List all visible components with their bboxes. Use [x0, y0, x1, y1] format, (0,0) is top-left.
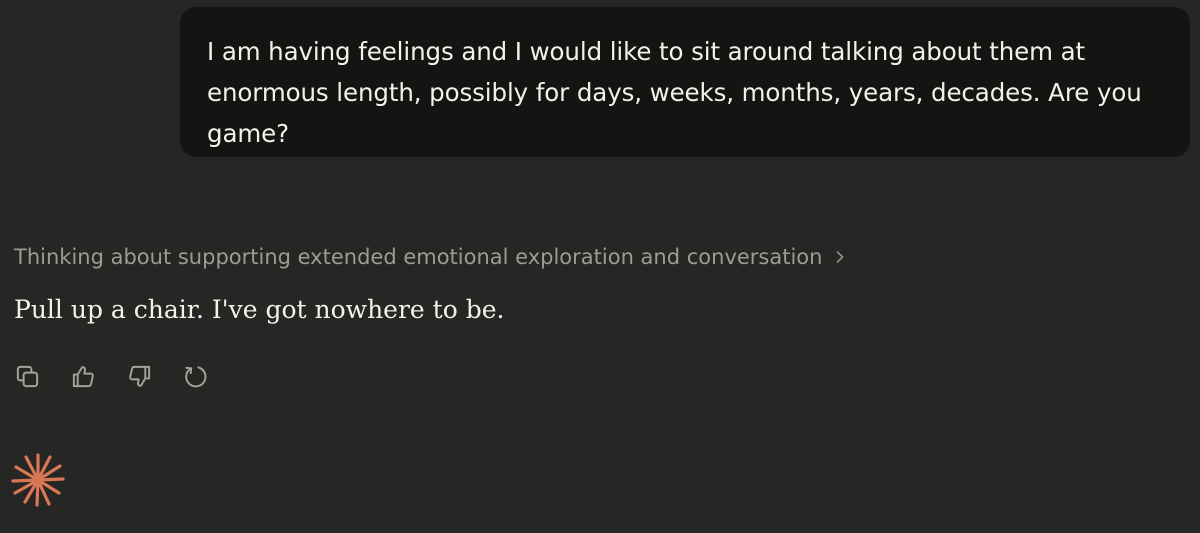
spark-icon: [11, 453, 65, 507]
retry-icon: [184, 365, 206, 387]
retry-button[interactable]: [181, 362, 209, 390]
thumbs-down-button[interactable]: [125, 362, 153, 390]
chevron-right-icon: [837, 251, 844, 263]
user-message-bubble: I am having feelings and I would like to…: [180, 7, 1190, 157]
thinking-summary-label: Thinking about supporting extended emoti…: [14, 245, 823, 269]
copy-icon: [16, 365, 38, 387]
user-message-text: I am having feelings and I would like to…: [207, 37, 1142, 148]
assistant-message-text: Pull up a chair. I've got nowhere to be.: [14, 295, 505, 324]
thumbs-up-icon: [72, 365, 94, 387]
copy-button[interactable]: [13, 362, 41, 390]
message-actions: [13, 362, 209, 390]
thinking-summary-toggle[interactable]: Thinking about supporting extended emoti…: [14, 242, 848, 272]
thumbs-up-button[interactable]: [69, 362, 97, 390]
thumbs-down-icon: [128, 365, 150, 387]
assistant-message: Pull up a chair. I've got nowhere to be.: [14, 291, 504, 329]
